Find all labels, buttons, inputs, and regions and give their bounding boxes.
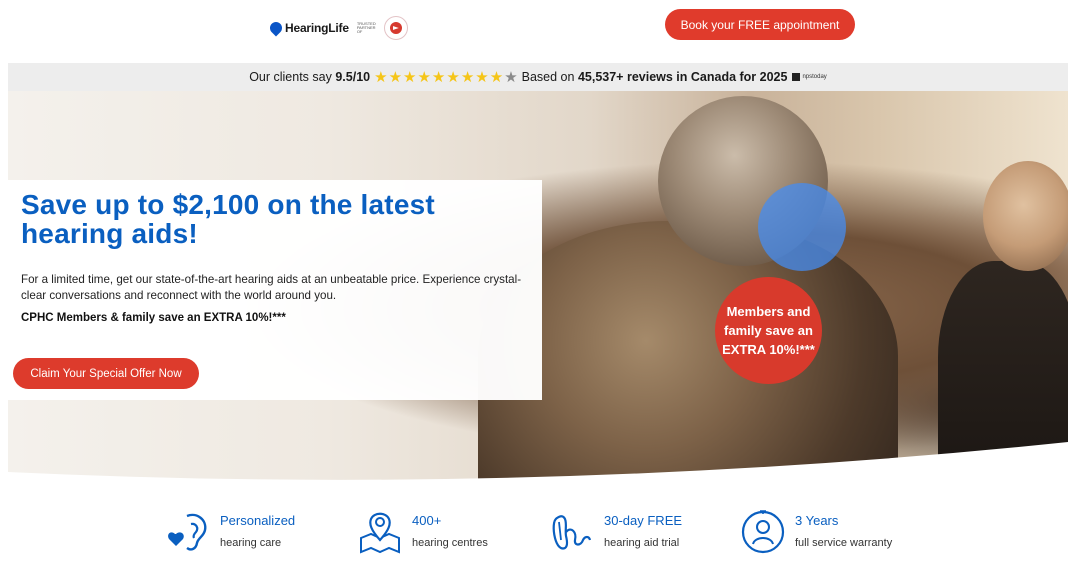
brand-name: HearingLife: [285, 21, 349, 35]
star-icon: ★: [388, 68, 403, 86]
feature-warranty: 3 Years full service warranty: [740, 510, 892, 554]
rating-based-on: Based on: [521, 70, 575, 84]
members-note: CPHC Members & family save an EXTRA 10%!…: [21, 312, 286, 324]
star-icon: ★: [460, 68, 475, 86]
nps-logo: npstoday: [792, 73, 827, 81]
feature-personalized: Personalized hearing care: [165, 510, 295, 554]
nps-source: npstoday: [802, 74, 827, 80]
feature-centres: 400+ hearing centres: [357, 510, 488, 554]
hero-wave-divider: [8, 442, 1068, 487]
rating-prefix: Our clients say: [249, 70, 332, 84]
hero-headline: Save up to $2,100 on the latest hearing …: [21, 189, 435, 249]
star-icon: ★: [475, 68, 489, 86]
hero-photo-face-reflection: [983, 161, 1068, 271]
rating-bar: Our clients say 9.5/10 ★ ★ ★ ★ ★ ★ ★ ★ ★…: [8, 63, 1068, 91]
features-row: Personalized hearing care 400+ hearing c…: [0, 500, 1068, 572]
star-icon: ★: [446, 68, 460, 86]
map-pin-icon: [360, 512, 400, 554]
claim-offer-button[interactable]: Claim Your Special Offer Now: [13, 358, 199, 389]
rating-reviews: 45,537+ reviews in Canada for 2025: [577, 70, 788, 84]
hero-description: For a limited time, get our state-of-the…: [21, 273, 522, 302]
feature-title: 400+: [412, 513, 442, 528]
star-icon: ★: [417, 68, 431, 86]
star-empty-icon: ★: [504, 68, 518, 86]
feature-title: 3 Years: [795, 513, 839, 528]
ear-heart-icon: [168, 513, 207, 551]
feature-subtitle: hearing care: [220, 537, 282, 549]
star-icon: ★: [489, 68, 504, 86]
partner-text: TRUSTED PARTNER OF: [356, 21, 376, 34]
shield-person-icon: [741, 510, 785, 554]
members-discount-badge: Members and family save an EXTRA 10%!***: [715, 277, 822, 384]
star-icon: ★: [403, 68, 417, 86]
hearing-aid-icon: [552, 515, 592, 550]
partner-seal-icon: [383, 16, 408, 40]
nps-icon: [792, 73, 801, 81]
star-icon: ★: [374, 68, 388, 86]
feature-subtitle: hearing centres: [412, 537, 488, 549]
feature-trial: 30-day FREE hearing aid trial: [549, 510, 682, 554]
feature-title: 30-day FREE: [604, 513, 683, 528]
feature-subtitle: full service warranty: [795, 537, 893, 549]
rating-score: 9.5/10: [335, 70, 371, 84]
site-header: HearingLife TRUSTED PARTNER OF Book your…: [0, 0, 1068, 62]
hearinglife-logo[interactable]: HearingLife TRUSTED PARTNER OF: [267, 16, 408, 40]
book-appointment-button[interactable]: Book your FREE appointment: [665, 9, 855, 40]
ear-highlight-icon: [758, 183, 846, 271]
feature-subtitle: hearing aid trial: [604, 537, 680, 549]
feature-title: Personalized: [220, 513, 296, 528]
logo-mark-icon: [267, 19, 285, 37]
rating-stars: ★ ★ ★ ★ ★ ★ ★ ★ ★ ★: [374, 70, 519, 85]
star-icon: ★: [431, 68, 446, 86]
